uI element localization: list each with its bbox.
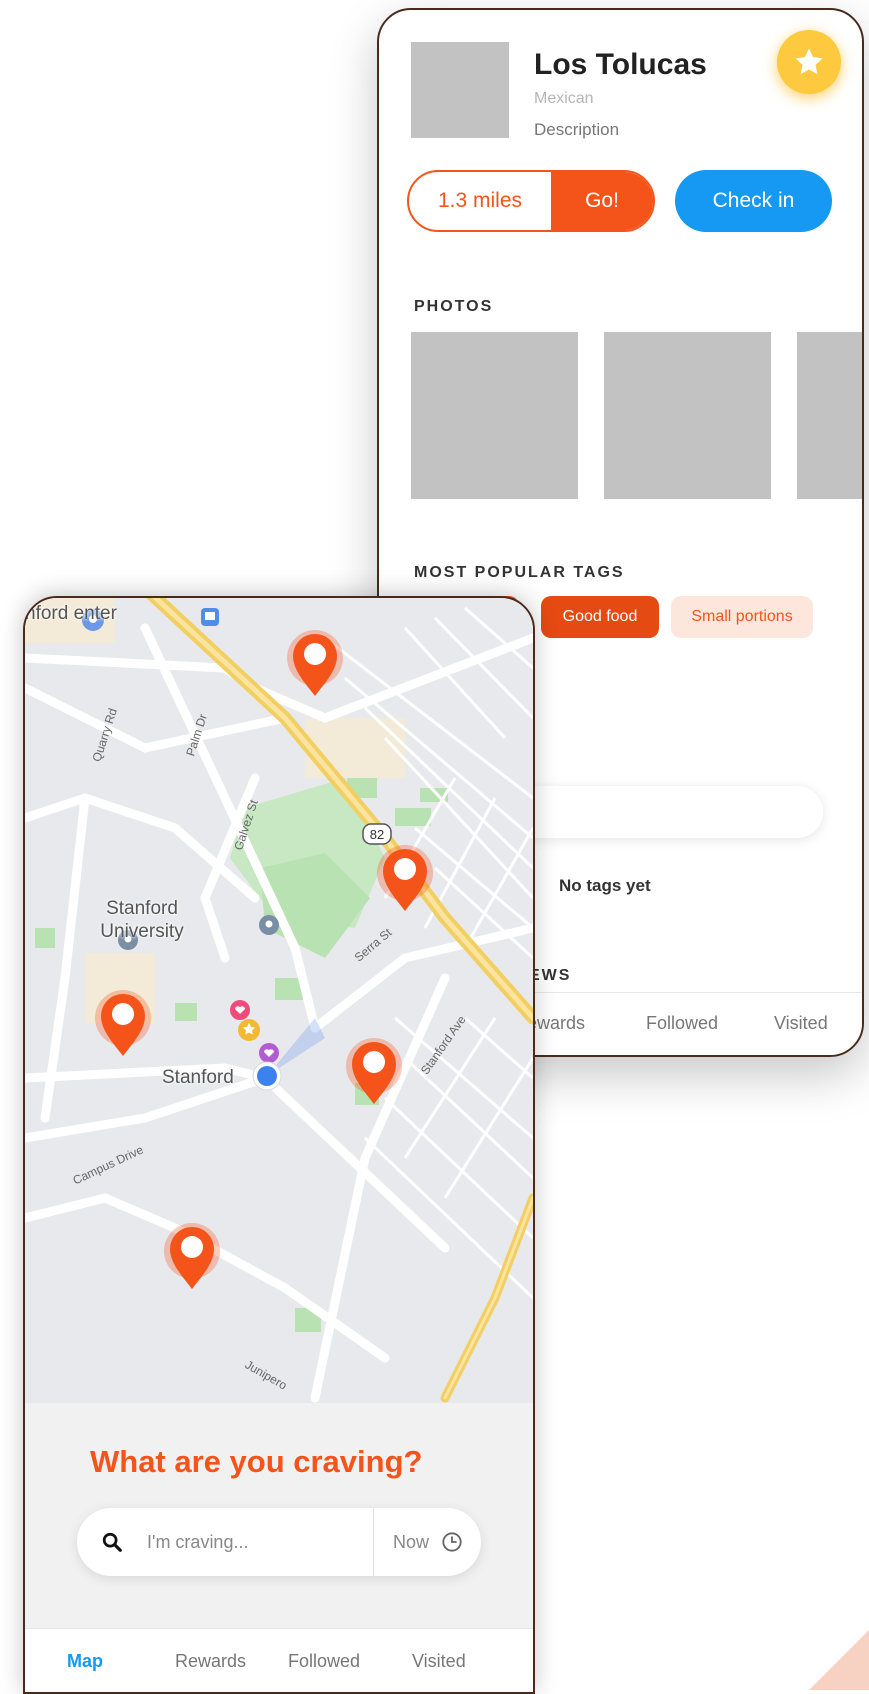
- nav-item-map[interactable]: Map: [67, 1651, 103, 1672]
- map-screen: 82 nford enter Stanford University Stanf…: [23, 596, 535, 1694]
- map-label-center: nford enter: [25, 603, 117, 624]
- reviews-heading: EWS: [529, 967, 572, 984]
- photos-heading: PHOTOS: [414, 298, 494, 315]
- restaurant-cuisine: Mexican: [534, 90, 594, 107]
- photo-thumbnail[interactable]: [411, 332, 578, 499]
- restaurant-description: Description: [534, 120, 620, 139]
- star-icon: [795, 48, 823, 75]
- nav-item-followed[interactable]: Followed: [646, 1013, 718, 1034]
- search-icon: [102, 1532, 122, 1552]
- nav-item-rewards[interactable]: Rewards: [175, 1651, 246, 1672]
- photo-thumbnail[interactable]: [797, 332, 862, 499]
- favorite-button[interactable]: [777, 30, 841, 94]
- bottom-nav: Map Rewards Followed Visited: [25, 1628, 533, 1692]
- clock-icon[interactable]: [441, 1531, 463, 1553]
- decor-corner: [809, 1630, 869, 1690]
- craving-title: What are you craving?: [90, 1444, 423, 1479]
- distance-label: 1.3 miles: [437, 189, 523, 212]
- nav-item-rewards[interactable]: ewards: [527, 1013, 585, 1034]
- search-divider: [373, 1508, 374, 1576]
- nav-item-followed[interactable]: Followed: [288, 1651, 360, 1672]
- photo-thumbnail[interactable]: [604, 332, 771, 499]
- restaurant-name: Los Tolucas: [534, 48, 707, 81]
- map-label-stanford: Stanford: [162, 1067, 234, 1088]
- tag-chip-small-portions[interactable]: Small portions: [671, 596, 813, 638]
- check-in-button[interactable]: Check in: [675, 170, 832, 232]
- tag-chip-good-food[interactable]: Good food: [541, 596, 659, 638]
- nav-item-visited[interactable]: Visited: [412, 1651, 466, 1672]
- route-shield-82: 82: [362, 823, 392, 845]
- go-button[interactable]: Go!: [551, 172, 653, 230]
- craving-search-bar[interactable]: I'm craving... Now: [77, 1508, 481, 1576]
- time-selector-label[interactable]: Now: [393, 1532, 429, 1553]
- popular-tags-heading: MOST POPULAR TAGS: [414, 564, 625, 581]
- no-tags-text: No tags yet: [559, 876, 651, 895]
- map-label-stanford-university: Stanford University: [100, 898, 184, 942]
- nav-item-visited[interactable]: Visited: [774, 1013, 828, 1034]
- restaurant-thumbnail: [411, 42, 509, 138]
- svg-text:82: 82: [370, 827, 384, 842]
- craving-input-placeholder[interactable]: I'm craving...: [147, 1532, 248, 1553]
- directions-pill[interactable]: 1.3 miles Go!: [407, 170, 655, 232]
